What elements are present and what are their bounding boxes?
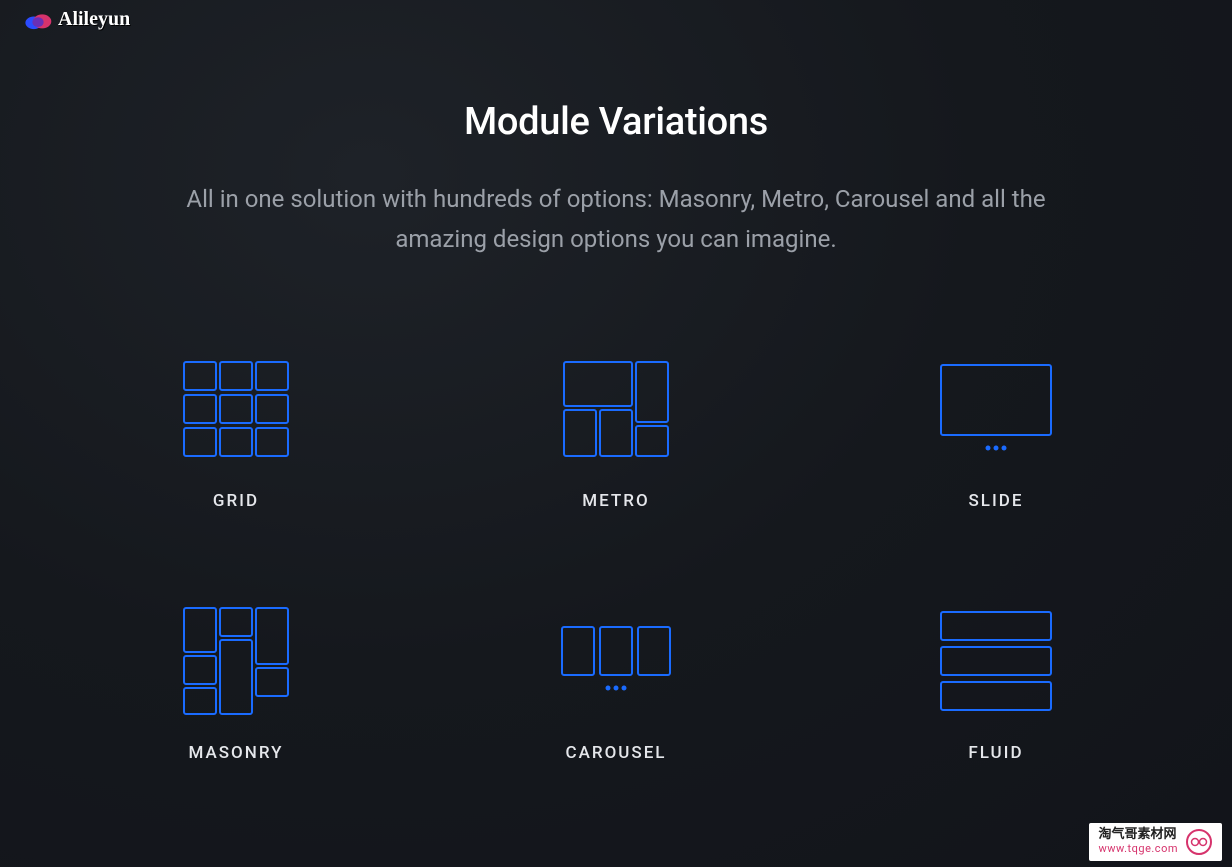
watermark-line2: www.tqge.com [1099, 843, 1178, 856]
module-card-grid[interactable]: GRID [71, 359, 401, 511]
glasses-face-icon [1186, 829, 1212, 855]
module-label: CAROUSEL [566, 743, 667, 763]
grid-icon [183, 359, 289, 459]
brand-logo: Alileyun [24, 8, 130, 31]
brand-name: Alileyun [58, 8, 130, 31]
slide-icon [940, 359, 1052, 459]
module-card-masonry[interactable]: MASONRY [71, 611, 401, 763]
module-card-slide[interactable]: SLIDE [831, 359, 1161, 511]
carousel-icon [561, 611, 671, 711]
watermark-line1: 淘气哥素材网 [1099, 828, 1178, 843]
page-title: Module Variations [464, 100, 768, 144]
module-card-metro[interactable]: METRO [451, 359, 781, 511]
page-subtitle: All in one solution with hundreds of opt… [176, 180, 1056, 259]
module-label: SLIDE [969, 491, 1024, 511]
watermark-badge: 淘气哥素材网 www.tqge.com [1089, 823, 1222, 861]
module-label: METRO [582, 491, 649, 511]
module-label: GRID [213, 491, 259, 511]
module-card-fluid[interactable]: FLUID [831, 611, 1161, 763]
metro-icon [563, 359, 669, 459]
fluid-icon [940, 611, 1052, 711]
modules-grid: GRID METRO [71, 359, 1161, 763]
module-label: MASONRY [188, 743, 283, 763]
cloud-icon [24, 10, 52, 30]
masonry-icon [183, 611, 289, 711]
module-label: FLUID [968, 743, 1023, 763]
module-card-carousel[interactable]: CAROUSEL [451, 611, 781, 763]
